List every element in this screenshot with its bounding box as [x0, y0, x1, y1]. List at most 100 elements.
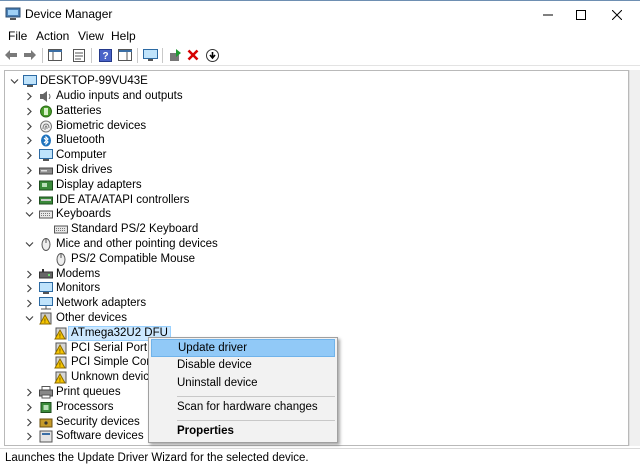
title-bar: Device Manager [0, 0, 640, 28]
tree-item-label: PCI Serial Port [71, 341, 148, 354]
warning-device-icon: ! [54, 327, 67, 340]
chevron-right-icon[interactable] [25, 107, 34, 116]
chevron-right-icon[interactable] [25, 166, 34, 175]
chevron-down-icon[interactable] [25, 240, 34, 249]
help-icon: ? [98, 48, 112, 62]
tree-item-label: Audio inputs and outputs [56, 90, 183, 102]
action-pane-button[interactable] [116, 46, 134, 64]
tree-item-computer[interactable]: Computer [5, 148, 628, 163]
tree-item-label: Disk drives [56, 164, 113, 176]
tree-item-bluetooth[interactable]: Bluetooth [5, 133, 628, 148]
tree-item-batteries[interactable]: Batteries [5, 104, 628, 119]
tree-item-other-devices[interactable]: ! Other devices [5, 311, 628, 326]
help-button[interactable]: ? [96, 46, 114, 64]
speaker-icon [40, 91, 51, 102]
unknown-device-icon: ! [39, 312, 52, 325]
tree-item-standard-ps-2-keyboard[interactable]: Standard PS/2 Keyboard [5, 222, 628, 237]
tree-item-label: Modems [56, 267, 101, 280]
menu-action[interactable]: Action [36, 29, 69, 43]
tree-item-audio-inputs-and-outputs[interactable]: Audio inputs and outputs [5, 89, 628, 104]
chevron-down-icon[interactable] [25, 314, 34, 323]
show-hide-console-tree-button[interactable] [46, 46, 64, 64]
close-icon [612, 9, 622, 20]
menu-separator [177, 396, 335, 397]
enable-device-toolbar-button[interactable] [203, 46, 221, 64]
update-driver-icon [169, 48, 181, 61]
menu-help[interactable]: Help [111, 29, 136, 43]
tree-item-label: PS/2 Compatible Mouse [71, 252, 196, 265]
tree-item-network-adapters[interactable]: Network adapters [5, 296, 628, 311]
vertical-scrollbar[interactable] [629, 70, 640, 446]
properties-icon [73, 48, 85, 62]
tree-item-label: Print queues [56, 386, 121, 398]
close-button[interactable] [594, 1, 640, 28]
chevron-right-icon[interactable] [25, 92, 34, 101]
disk-drive-icon [39, 167, 53, 175]
chevron-right-icon[interactable] [25, 122, 34, 131]
tree-item-label: Batteries [56, 104, 102, 117]
back-button[interactable] [2, 46, 20, 64]
chevron-right-icon[interactable] [25, 403, 34, 412]
tree-item-label: Software devices [56, 430, 144, 443]
tree-item-disk-drives[interactable]: Disk drives [5, 163, 628, 178]
maximize-icon [576, 9, 586, 20]
chevron-right-icon[interactable] [25, 284, 34, 293]
keyboard-icon [39, 210, 53, 219]
chevron-right-icon[interactable] [25, 181, 34, 190]
tree-item-label: Network adapters [56, 297, 147, 310]
tree-root[interactable]: DESKTOP-99VU43E [5, 74, 628, 89]
tree-item-mice-and-other-pointing-devices[interactable]: Mice and other pointing devices [5, 237, 628, 252]
status-bar: Launches the Update Driver Wizard for th… [0, 448, 640, 468]
keyboard-icon [54, 225, 68, 234]
forward-button[interactable] [21, 46, 39, 64]
tree-item-label: IDE ATA/ATAPI controllers [56, 193, 190, 206]
chevron-right-icon[interactable] [25, 418, 34, 427]
software-device-icon [39, 430, 53, 443]
warning-device-icon: ! [54, 342, 67, 355]
tree-item-label: Other devices [56, 312, 127, 324]
menu-item-uninstall-device[interactable]: Uninstall device [151, 375, 335, 393]
fingerprint-icon [40, 120, 52, 133]
back-arrow-icon [5, 50, 17, 60]
menu-item-properties[interactable]: Properties [151, 423, 335, 441]
chevron-down-icon[interactable] [25, 210, 34, 219]
tree-item-label: Unknown device [71, 371, 156, 384]
chevron-right-icon[interactable] [25, 136, 34, 145]
update-driver-toolbar-button[interactable] [166, 46, 184, 64]
display-adapter-icon [39, 180, 53, 191]
chevron-right-icon[interactable] [25, 196, 34, 205]
chevron-right-icon[interactable] [25, 388, 34, 397]
tree-item-label: Computer [56, 149, 107, 162]
tree-item-label: Processors [56, 400, 114, 413]
uninstall-toolbar-button[interactable] [184, 46, 202, 64]
chevron-right-icon[interactable] [25, 270, 34, 279]
scan-hardware-button[interactable] [141, 46, 159, 64]
network-adapter-icon [39, 297, 53, 310]
tree-item-label: Display adapters [56, 178, 142, 191]
tree-item-ide-ata-atapi-controllers[interactable]: IDE ATA/ATAPI controllers [5, 193, 628, 208]
tree-item-modems[interactable]: Modems [5, 267, 628, 282]
menu-view[interactable]: View [78, 29, 104, 43]
tree-item-monitors[interactable]: Monitors [5, 281, 628, 296]
minimize-icon [543, 14, 553, 15]
chevron-right-icon[interactable] [25, 299, 34, 308]
menu-item-update-driver[interactable]: Update driver [151, 339, 335, 357]
tree-item-label: Mice and other pointing devices [56, 238, 218, 250]
menu-item-disable-device[interactable]: Disable device [151, 357, 335, 375]
tree-item-display-adapters[interactable]: Display adapters [5, 178, 628, 193]
chevron-down-icon[interactable] [10, 77, 19, 86]
chevron-right-icon[interactable] [25, 432, 34, 441]
chevron-right-icon[interactable] [25, 151, 34, 160]
tree-item-label: Standard PS/2 Keyboard [71, 223, 199, 236]
action-pane-icon [118, 49, 132, 61]
tree-item-label: Monitors [56, 282, 101, 295]
warning-device-icon: ! [54, 356, 67, 369]
uninstall-x-icon [187, 49, 199, 61]
menu-file[interactable]: File [8, 29, 27, 43]
menu-item-scan-hardware[interactable]: Scan for hardware changes [151, 399, 335, 417]
properties-button[interactable] [70, 46, 88, 64]
tree-item-keyboards[interactable]: Keyboards [5, 207, 628, 222]
mouse-icon [41, 238, 51, 251]
tree-item-ps-2-compatible-mouse[interactable]: PS/2 Compatible Mouse [5, 252, 628, 267]
tree-item-biometric-devices[interactable]: Biometric devices [5, 119, 628, 134]
